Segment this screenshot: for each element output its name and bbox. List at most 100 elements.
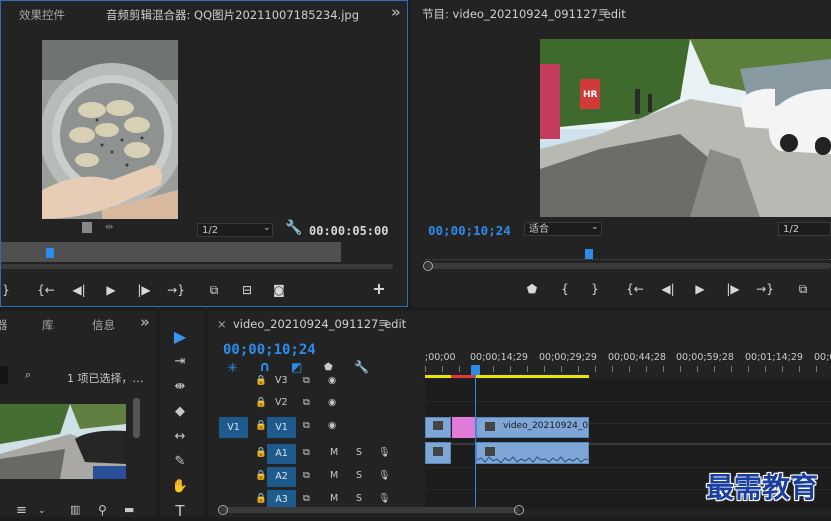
go-to-in-icon[interactable]: {← [37,282,55,298]
source-scale-dropdown[interactable]: 1/2 [197,223,273,237]
step-forward-icon[interactable]: |▶ [135,282,153,298]
sequence-menu-icon[interactable]: ≡ [378,316,389,331]
play-icon-program[interactable]: ▶ [691,281,709,297]
solo-button[interactable]: S [356,470,362,481]
program-title[interactable]: 节目: video_20210924_091127_edit [422,6,626,22]
panel-overflow-button[interactable]: » [391,3,401,21]
timeline-timecode[interactable]: 00;00;10;24 [223,342,316,358]
slip-tool-icon[interactable]: ↔ [168,427,192,447]
sync-lock-icon[interactable]: ⧉ [303,375,310,386]
track-label-v2[interactable]: V2 [275,397,288,408]
program-scale-dropdown[interactable]: 1/2 [778,222,831,236]
project-search-input[interactable] [0,366,8,384]
overwrite-icon[interactable]: ⊟ [238,282,256,298]
tab-info[interactable]: 信息 [92,317,115,333]
lock-icon[interactable]: 🔒 [255,470,267,481]
sync-lock-icon[interactable]: ⧉ [303,493,310,504]
mic-icon[interactable]: 🎙 [378,447,390,458]
go-to-out-icon-program[interactable]: →} [756,281,774,297]
video-clip-pink[interactable] [452,417,475,438]
hand-tool-icon[interactable]: ✋ [168,477,192,497]
source-zoom-bar[interactable] [1,264,393,269]
mark-in-button[interactable]: { [556,281,574,297]
program-zoom-bar[interactable] [425,263,831,269]
add-marker-icon[interactable]: ⬟ [523,281,541,297]
camera-icon[interactable]: ◙ [270,282,288,298]
step-back-icon[interactable]: ◀| [70,282,88,298]
lock-icon[interactable]: 🔒 [255,447,267,458]
tab-project[interactable]: 器 [0,317,8,333]
track-v1[interactable]: 🔒 ⧉ ◉ [208,417,421,439]
project-scrollbar[interactable] [133,398,140,438]
lock-icon[interactable]: 🔒 [255,397,267,408]
selection-tool-icon[interactable]: ▶ [168,327,192,347]
source-playhead[interactable] [46,248,54,258]
drag-icon[interactable]: ⇹ [105,222,113,233]
search-icon[interactable]: ⚲ [98,503,107,517]
timeline-playhead-line[interactable] [475,375,476,509]
bin-icon[interactable]: ▥ [70,503,80,516]
program-timecode[interactable]: 00;00;10;24 [428,223,511,238]
mark-out-button[interactable]: } [0,282,15,298]
tab-effect-controls[interactable]: 效果控件 [19,7,65,23]
mic-icon[interactable]: 🎙 [378,470,390,481]
go-to-in-icon-program[interactable]: {← [626,281,644,297]
sync-lock-icon[interactable]: ⧉ [303,470,310,481]
new-search-bin-icon[interactable]: ⌕ [25,368,31,382]
mute-button[interactable]: M [330,470,338,481]
track-a2[interactable]: 🔒 ⧉ M S 🎙 [208,467,421,489]
solo-button[interactable]: S [356,447,362,458]
timeline-ruler[interactable]: ;00;00 00;00;14;29 00;00;29;29 00;00;44;… [425,346,831,376]
timeline-scrollbar[interactable] [220,507,520,513]
track-v2[interactable]: 🔒 V2 ⧉ ◉ [208,394,421,416]
sync-lock-icon[interactable]: ⧉ [303,420,310,431]
video-clip-image[interactable] [425,417,451,438]
audio-clip-1[interactable] [425,442,451,464]
sync-lock-icon[interactable]: ⧉ [303,397,310,408]
lift-icon[interactable]: ⧉ [794,281,812,297]
timeline-close-icon[interactable]: × [217,317,227,331]
eye-icon[interactable]: ◉ [328,375,336,386]
wrench-icon[interactable]: 🔧 [285,220,302,236]
lock-icon[interactable]: 🔒 [255,375,267,386]
go-to-out-icon[interactable]: →} [167,282,185,298]
lock-icon[interactable]: 🔒 [255,493,267,504]
zoom-start-handle[interactable] [423,261,433,271]
insert-icon[interactable]: ⧉ [205,282,223,298]
tab-libraries[interactable]: 库 [42,317,54,333]
step-forward-icon-program[interactable]: |▶ [724,281,742,297]
type-tool-icon[interactable]: T [168,501,192,521]
eye-icon[interactable]: ◉ [328,420,336,431]
pen-tool-icon[interactable]: ✎ [168,452,192,472]
track-select-tool-icon[interactable]: ⇥ [168,352,192,372]
program-playhead[interactable] [585,249,593,259]
scroll-right-handle[interactable] [514,505,524,515]
eye-icon[interactable]: ◉ [328,397,336,408]
razor-tool-icon[interactable]: ◆ [168,402,192,422]
project-thumbnail[interactable] [0,404,126,479]
project-overflow-button[interactable]: » [140,313,150,331]
mute-button[interactable]: M [330,493,338,504]
track-label-v3[interactable]: V3 [275,375,288,386]
add-button-icon[interactable]: + [370,281,388,297]
video-clip-main[interactable]: video_20210924_091 [476,417,589,438]
track-a1[interactable]: 🔒 ⧉ M S 🎙 [208,444,421,466]
source-timecode[interactable]: 00:00:05:00 [309,224,388,238]
mute-button[interactable]: M [330,447,338,458]
export-frame-icon[interactable] [82,222,92,233]
audio-clip-main[interactable] [476,442,589,464]
scroll-left-handle[interactable] [218,505,228,515]
lock-icon[interactable]: 🔒 [255,420,267,431]
list-view-icon[interactable]: ≡ [16,503,27,518]
mic-icon[interactable]: 🎙 [378,493,390,504]
program-menu-icon[interactable]: ≡ [598,5,609,20]
solo-button[interactable]: S [356,493,362,504]
folder-icon[interactable]: ▬ [124,503,134,516]
step-back-icon-program[interactable]: ◀| [659,281,677,297]
work-area-bar[interactable] [425,375,589,378]
program-time-ruler[interactable] [425,245,831,260]
ripple-edit-tool-icon[interactable]: ⇼ [168,377,192,397]
sync-lock-icon[interactable]: ⧉ [303,447,310,458]
track-v3[interactable]: 🔒 V3 ⧉ ◉ [208,372,421,394]
play-icon[interactable]: ▶ [102,282,120,298]
